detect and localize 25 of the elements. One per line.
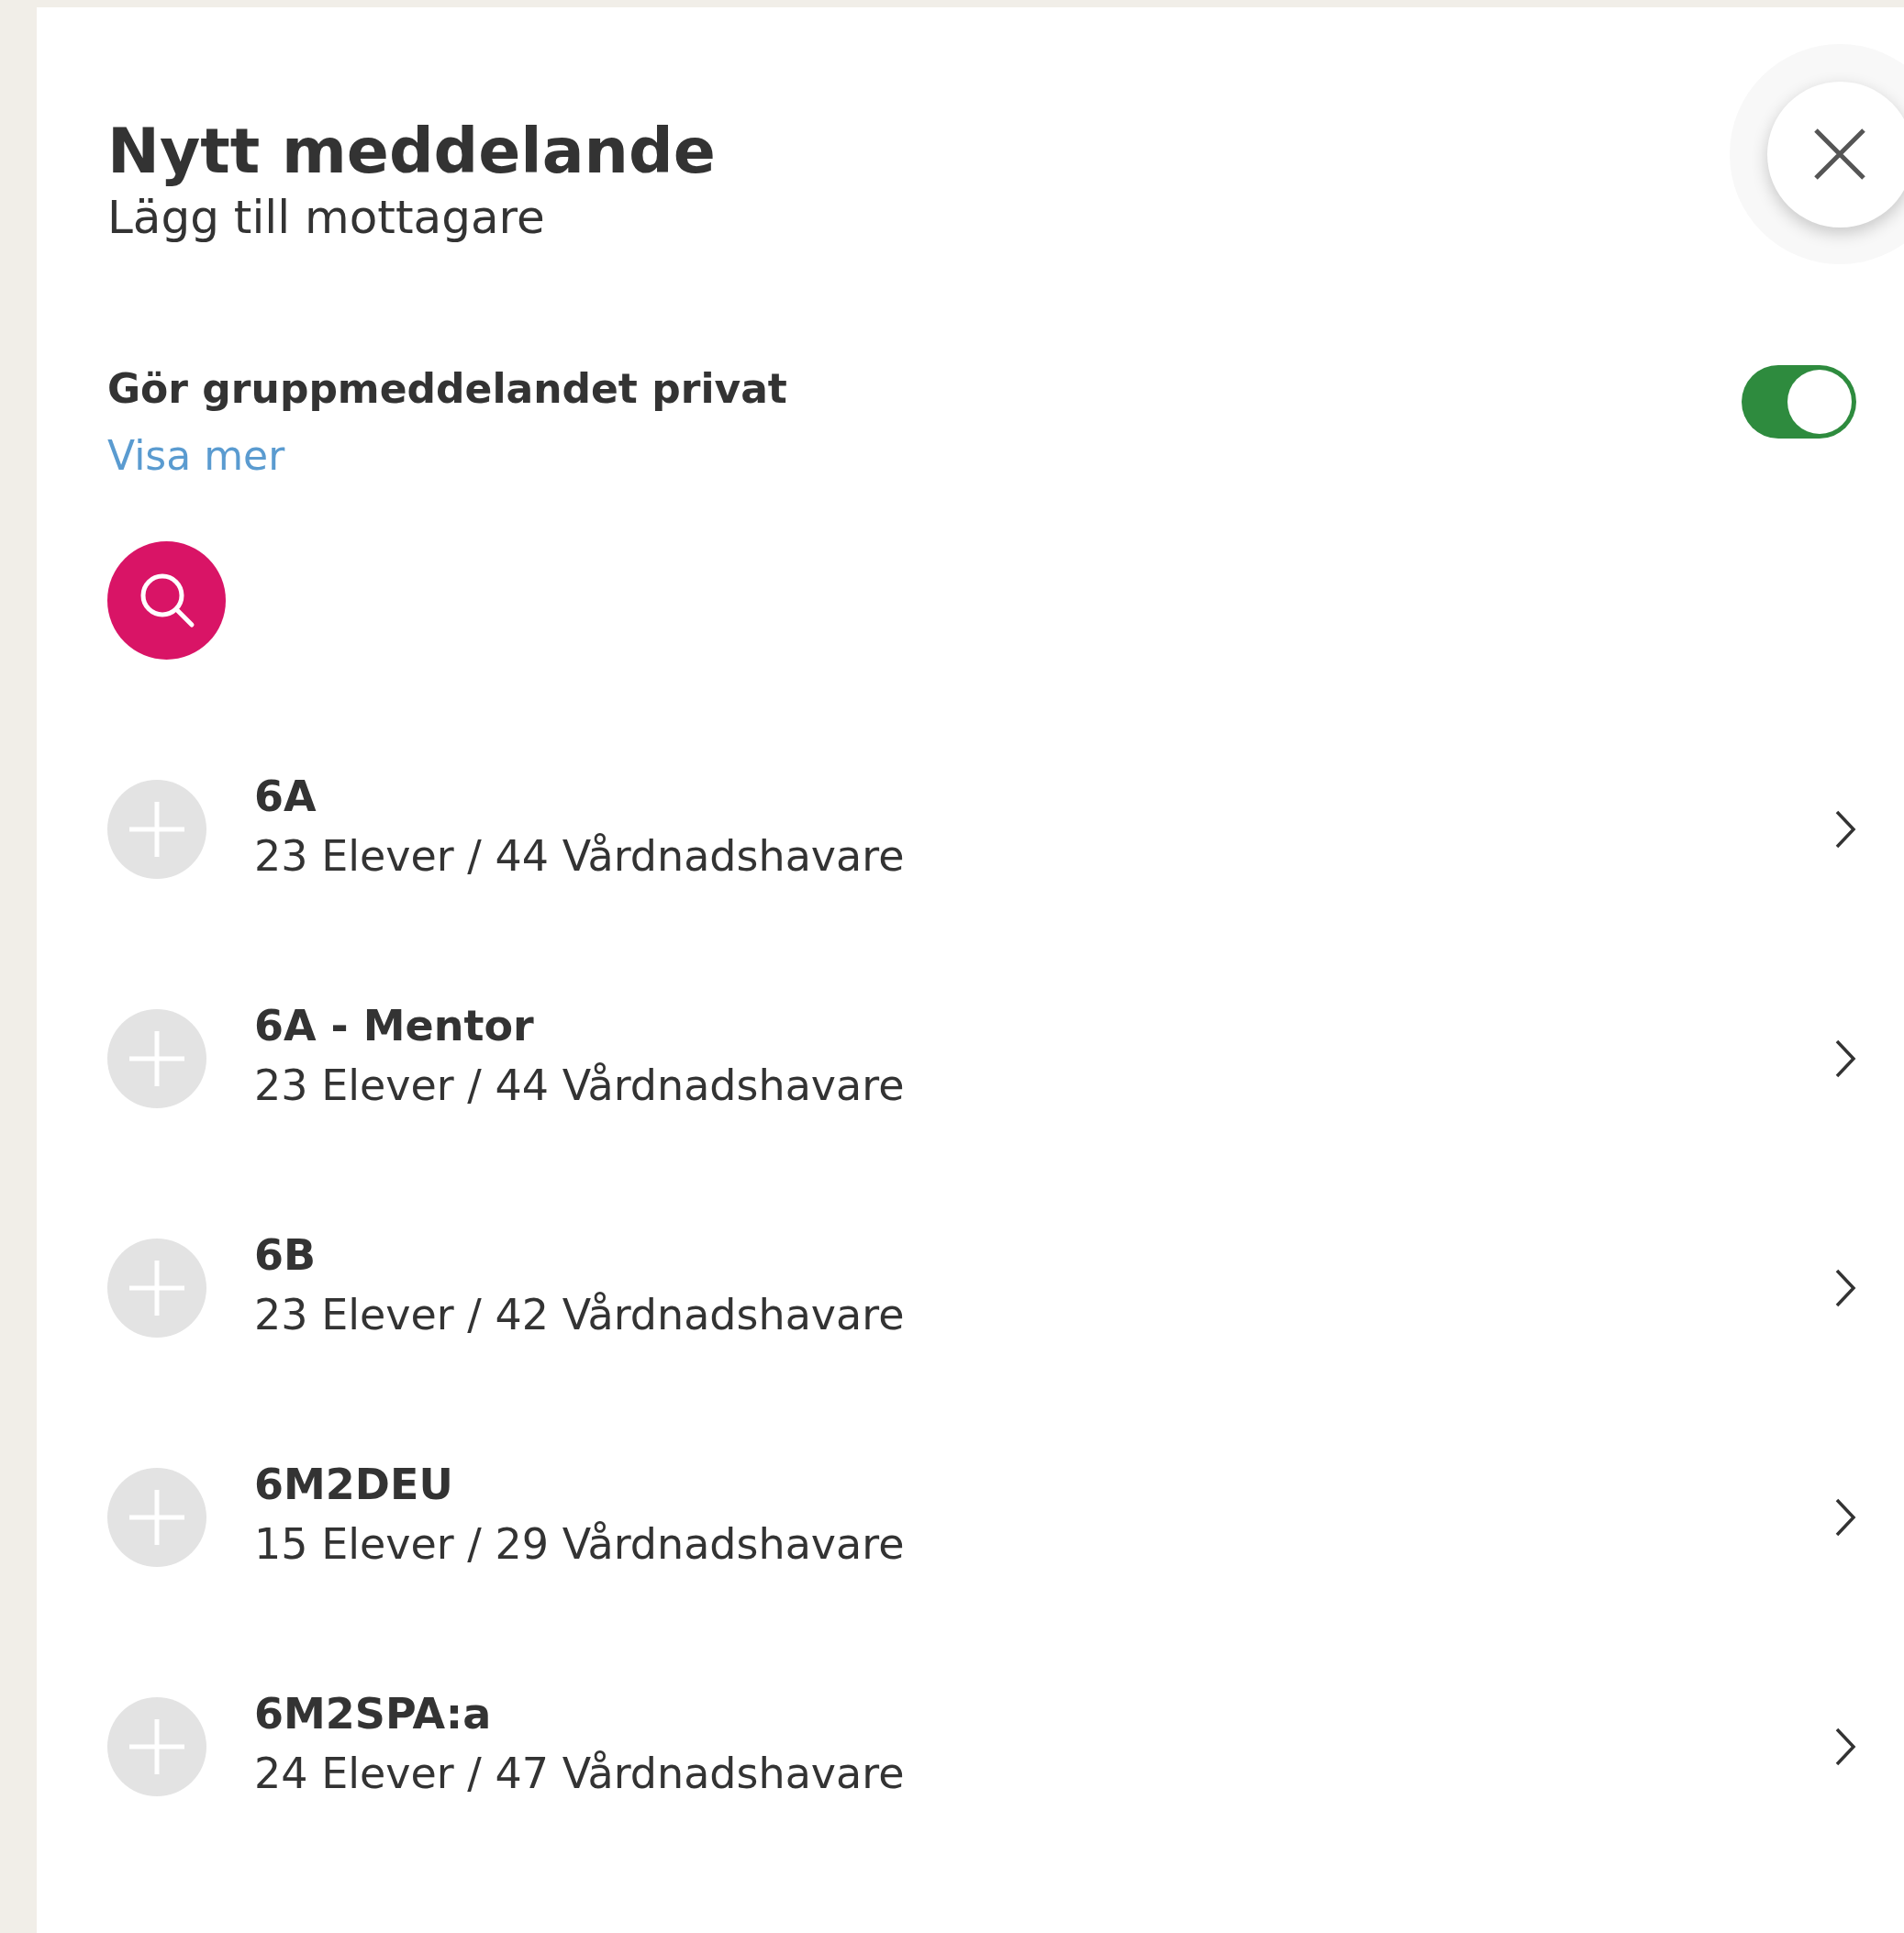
- group-details: 23 Elever / 44 Vårdnadshavare: [254, 1060, 906, 1113]
- group-details: 23 Elever / 44 Vårdnadshavare: [254, 830, 906, 883]
- group-name: 6A - Mentor: [254, 1000, 535, 1053]
- privacy-label: Gör gruppmeddelandet privat: [107, 365, 787, 414]
- plus-icon: [128, 1487, 186, 1547]
- plus-icon: [128, 1258, 186, 1317]
- group-name: 6B: [254, 1229, 317, 1283]
- chevron-right-icon[interactable]: [1834, 1496, 1856, 1538]
- chevron-right-icon[interactable]: [1834, 1038, 1856, 1079]
- show-more-link[interactable]: Visa mer: [107, 431, 285, 479]
- chevron-right-icon[interactable]: [1834, 1267, 1856, 1308]
- plus-icon: [128, 799, 186, 859]
- group-details: 23 Elever / 42 Vårdnadshavare: [254, 1289, 906, 1342]
- plus-icon: [128, 1028, 186, 1088]
- group-details: 24 Elever / 47 Vårdnadshavare: [254, 1748, 906, 1801]
- dialog-subtitle: Lägg till mottagare: [107, 189, 546, 245]
- plus-icon: [128, 1716, 186, 1776]
- group-name: 6M2DEU: [254, 1459, 454, 1512]
- chevron-right-icon[interactable]: [1834, 1726, 1856, 1767]
- group-name: 6M2SPA:a: [254, 1688, 493, 1741]
- dialog-title: Nytt meddelande: [107, 117, 716, 186]
- group-details: 15 Elever / 29 Vårdnadshavare: [254, 1518, 906, 1572]
- close-icon: [1812, 127, 1867, 182]
- chevron-right-icon[interactable]: [1834, 808, 1856, 850]
- group-name: 6A: [254, 771, 317, 824]
